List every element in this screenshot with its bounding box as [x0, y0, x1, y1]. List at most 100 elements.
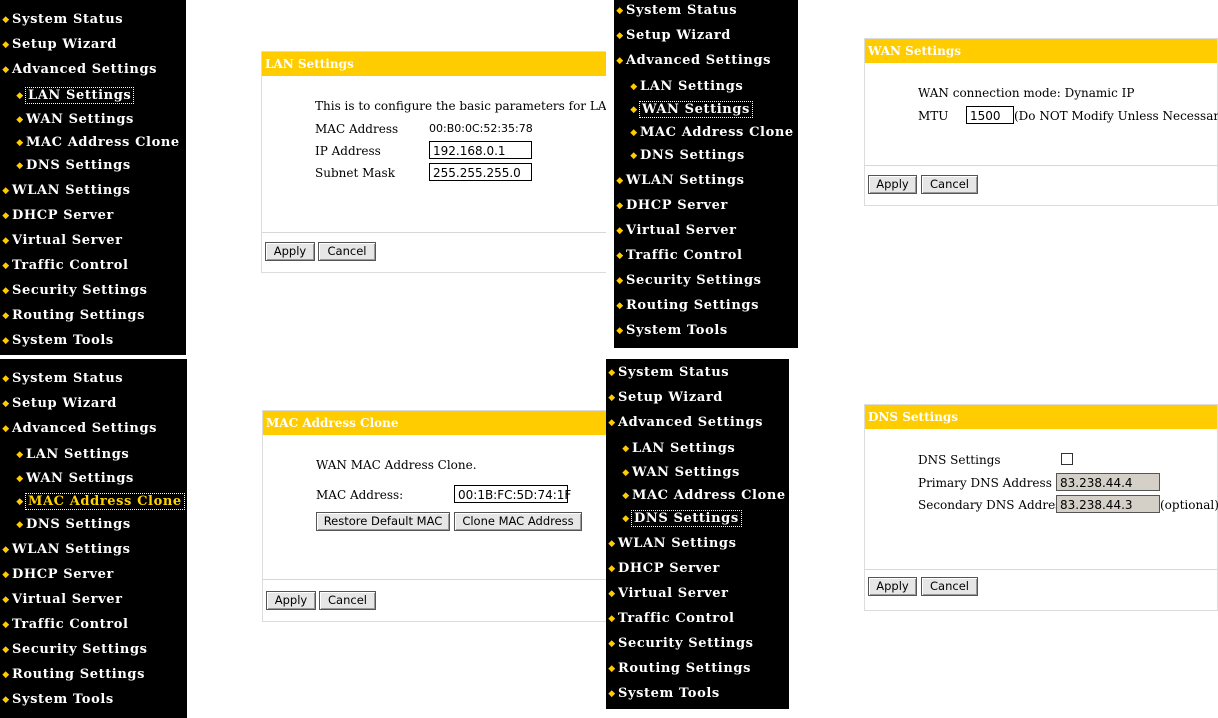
- nav-label: WLAN Settings: [626, 173, 745, 188]
- cancel-button[interactable]: Cancel: [921, 175, 978, 194]
- nav-label: Traffic Control: [618, 611, 735, 626]
- nav-dhcp-server[interactable]: ◆ DHCP Server: [606, 558, 720, 580]
- nav-system-tools[interactable]: ◆ System Tools: [0, 330, 114, 352]
- nav-advanced-settings[interactable]: ◆ Advanced Settings: [606, 412, 763, 434]
- panel-title: DNS Settings: [865, 405, 1217, 429]
- nav-label: DNS Settings: [26, 517, 131, 532]
- nav-system-tools[interactable]: ◆ System Tools: [614, 320, 728, 342]
- secondary-dns-field[interactable]: 83.238.44.3: [1056, 495, 1160, 513]
- bullet-icon: ◆: [608, 664, 616, 674]
- nav-label: Virtual Server: [12, 233, 123, 248]
- nav-mac-address-clone[interactable]: ◆ MAC Address Clone: [606, 485, 786, 507]
- nav-routing-settings[interactable]: ◆ Routing Settings: [606, 658, 751, 680]
- nav-security-settings[interactable]: ◆ Security Settings: [0, 639, 148, 661]
- nav-traffic-control[interactable]: ◆ Traffic Control: [606, 608, 735, 630]
- cancel-button[interactable]: Cancel: [921, 577, 978, 596]
- nav-system-status[interactable]: ◆ System Status: [0, 9, 123, 31]
- nav-mac-address-clone[interactable]: ◆ MAC Address Clone: [0, 491, 185, 513]
- nav-wlan-settings[interactable]: ◆ WLAN Settings: [614, 170, 745, 192]
- nav-security-settings[interactable]: ◆ Security Settings: [0, 280, 148, 302]
- sidebar-menu: ◆ System Status ◆ Setup Wizard ◆ Advanced S…: [614, 0, 798, 348]
- bullet-icon: ◆: [622, 468, 630, 478]
- nav-routing-settings[interactable]: ◆ Routing Settings: [0, 305, 145, 327]
- nav-dns-settings[interactable]: ◆ DNS Settings: [0, 514, 131, 536]
- nav-virtual-server[interactable]: ◆ Virtual Server: [0, 589, 123, 611]
- apply-button[interactable]: Apply: [868, 175, 917, 194]
- cancel-button[interactable]: Cancel: [319, 591, 376, 610]
- nav-traffic-control[interactable]: ◆ Traffic Control: [0, 614, 129, 636]
- primary-dns-field[interactable]: 83.238.44.4: [1056, 473, 1160, 491]
- dns-enable-checkbox[interactable]: [1061, 453, 1073, 465]
- nav-label: Security Settings: [626, 273, 762, 288]
- nav-lan-settings[interactable]: ◆ LAN Settings: [606, 438, 735, 460]
- nav-advanced-settings[interactable]: ◆ Advanced Settings: [0, 418, 157, 440]
- nav-label: Advanced Settings: [626, 53, 772, 68]
- mac-address-field[interactable]: 00:1B:FC:5D:74:1F: [454, 485, 571, 503]
- nav-mac-address-clone[interactable]: ◆ MAC Address Clone: [614, 122, 794, 144]
- ip-address-field[interactable]: 192.168.0.1: [429, 141, 532, 159]
- bullet-icon: ◆: [630, 82, 638, 92]
- nav-lan-settings[interactable]: ◆ LAN Settings: [0, 85, 135, 107]
- nav-security-settings[interactable]: ◆ Security Settings: [614, 270, 762, 292]
- nav-dhcp-server[interactable]: ◆ DHCP Server: [0, 564, 114, 586]
- apply-button[interactable]: Apply: [868, 577, 917, 596]
- nav-label: System Tools: [626, 323, 728, 338]
- bullet-icon: ◆: [2, 236, 10, 246]
- nav-virtual-server[interactable]: ◆ Virtual Server: [0, 230, 123, 252]
- nav-routing-settings[interactable]: ◆ Routing Settings: [0, 664, 145, 686]
- restore-default-mac-button[interactable]: Restore Default MAC: [316, 512, 450, 531]
- nav-label: Routing Settings: [12, 308, 146, 323]
- cancel-button[interactable]: Cancel: [318, 242, 376, 261]
- nav-label: System Tools: [12, 333, 114, 348]
- apply-button[interactable]: Apply: [266, 591, 316, 610]
- nav-wlan-settings[interactable]: ◆ WLAN Settings: [0, 539, 131, 561]
- nav-label: WLAN Settings: [618, 536, 737, 551]
- apply-button[interactable]: Apply: [265, 242, 315, 261]
- nav-dns-settings[interactable]: ◆ DNS Settings: [0, 155, 131, 177]
- nav-dns-settings[interactable]: ◆ DNS Settings: [614, 145, 745, 167]
- nav-wan-settings[interactable]: ◆ WAN Settings: [606, 462, 740, 484]
- nav-label: DHCP Server: [626, 198, 728, 213]
- subnet-mask-field[interactable]: 255.255.255.0: [429, 163, 532, 181]
- nav-setup-wizard[interactable]: ◆ Setup Wizard: [606, 387, 723, 409]
- nav-routing-settings[interactable]: ◆ Routing Settings: [614, 295, 759, 317]
- nav-label: Setup Wizard: [626, 28, 731, 43]
- bullet-icon: ◆: [616, 326, 624, 336]
- nav-label: Setup Wizard: [618, 390, 723, 405]
- nav-system-tools[interactable]: ◆ System Tools: [0, 689, 114, 711]
- nav-wan-settings[interactable]: ◆ WAN Settings: [614, 99, 753, 121]
- nav-virtual-server[interactable]: ◆ Virtual Server: [606, 583, 729, 605]
- nav-wlan-settings[interactable]: ◆ WLAN Settings: [606, 533, 737, 555]
- nav-dhcp-server[interactable]: ◆ DHCP Server: [0, 205, 114, 227]
- nav-lan-settings[interactable]: ◆ LAN Settings: [614, 76, 743, 98]
- bullet-icon: ◆: [16, 520, 24, 530]
- nav-setup-wizard[interactable]: ◆ Setup Wizard: [0, 393, 117, 415]
- nav-wlan-settings[interactable]: ◆ WLAN Settings: [0, 180, 131, 202]
- bullet-icon: ◆: [608, 614, 616, 624]
- clone-mac-address-button[interactable]: Clone MAC Address: [454, 512, 582, 531]
- bullet-icon: ◆: [2, 261, 10, 271]
- nav-mac-address-clone[interactable]: ◆ MAC Address Clone: [0, 132, 180, 154]
- mtu-field[interactable]: 1500: [966, 106, 1014, 124]
- nav-label: MAC Address Clone: [640, 125, 794, 140]
- nav-label: System Status: [626, 3, 738, 18]
- nav-security-settings[interactable]: ◆ Security Settings: [606, 633, 754, 655]
- nav-setup-wizard[interactable]: ◆ Setup Wizard: [0, 34, 117, 56]
- bullet-icon: ◆: [622, 491, 630, 501]
- nav-system-status[interactable]: ◆ System Status: [0, 368, 123, 390]
- nav-dhcp-server[interactable]: ◆ DHCP Server: [614, 195, 728, 217]
- nav-system-status[interactable]: ◆ System Status: [606, 362, 729, 384]
- nav-dns-settings[interactable]: ◆ DNS Settings: [606, 508, 742, 530]
- nav-traffic-control[interactable]: ◆ Traffic Control: [0, 255, 129, 277]
- nav-system-status[interactable]: ◆ System Status: [614, 0, 737, 22]
- nav-traffic-control[interactable]: ◆ Traffic Control: [614, 245, 743, 267]
- nav-advanced-settings[interactable]: ◆ Advanced Settings: [0, 59, 157, 81]
- nav-lan-settings[interactable]: ◆ LAN Settings: [0, 444, 129, 466]
- nav-wan-settings[interactable]: ◆ WAN Settings: [0, 468, 134, 490]
- nav-advanced-settings[interactable]: ◆ Advanced Settings: [614, 50, 771, 72]
- nav-virtual-server[interactable]: ◆ Virtual Server: [614, 220, 737, 242]
- nav-wan-settings[interactable]: ◆ WAN Settings: [0, 109, 134, 131]
- bullet-icon: ◆: [616, 276, 624, 286]
- nav-system-tools[interactable]: ◆ System Tools: [606, 683, 720, 705]
- nav-setup-wizard[interactable]: ◆ Setup Wizard: [614, 25, 731, 47]
